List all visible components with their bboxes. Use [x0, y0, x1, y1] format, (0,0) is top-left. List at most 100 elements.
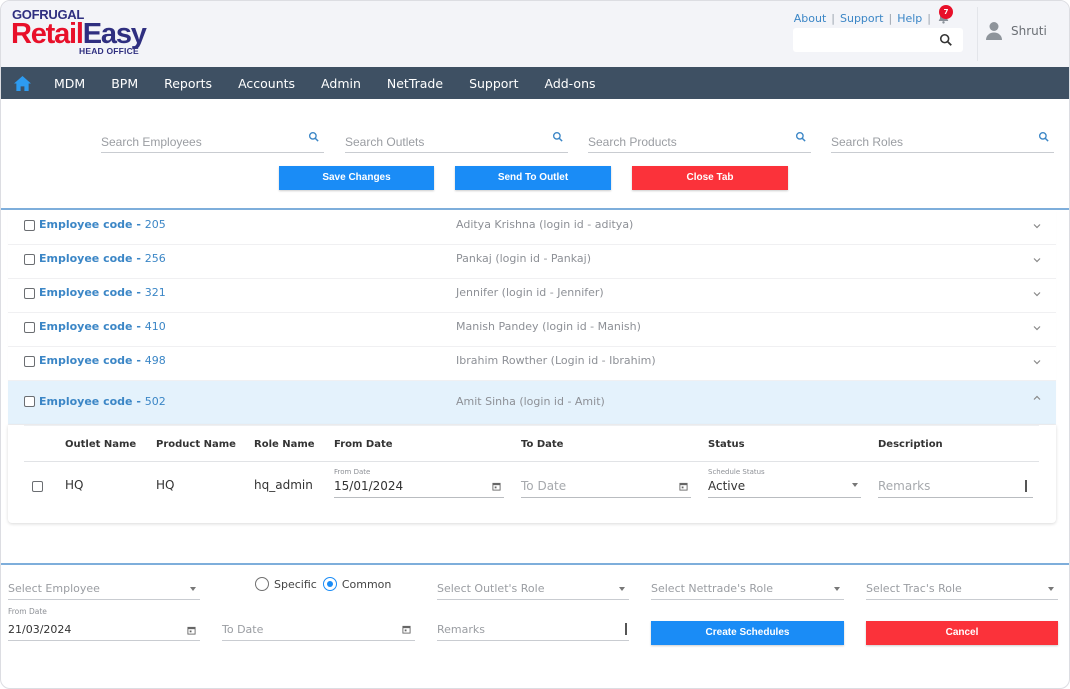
nav-item-bpm[interactable]: BPM — [98, 76, 151, 91]
employee-code: Employee code - 321 — [39, 286, 166, 299]
dropdown-caret-icon — [1048, 587, 1054, 591]
search-outlets-input[interactable] — [345, 126, 540, 152]
employee-row[interactable]: Employee code - 256 Pankaj (login id - P… — [8, 245, 1056, 279]
col-role-name: Role Name — [254, 439, 315, 450]
calendar-icon[interactable] — [492, 482, 501, 491]
search-icon[interactable] — [308, 131, 320, 143]
employee-checkbox[interactable] — [24, 220, 35, 231]
schedule-form: Select Employee Specific Common Select O… — [1, 566, 1069, 656]
select-outlet-role-dropdown[interactable]: Select Outlet's Role — [437, 570, 629, 600]
chevron-down-icon[interactable] — [1032, 289, 1042, 299]
to-date-field[interactable]: To Date — [521, 468, 691, 498]
employee-code-value: 321 — [144, 286, 166, 299]
search-employees-input[interactable] — [101, 126, 296, 152]
employee-code-value: 498 — [144, 354, 166, 367]
create-schedules-button[interactable]: Create Schedules — [651, 621, 844, 645]
app-window: GOFRUGAL RetailEasy HEAD OFFICE About | … — [0, 0, 1070, 689]
radio-common-label[interactable]: Common — [342, 578, 392, 591]
employee-row[interactable]: Employee code - 410 Manish Pandey (login… — [8, 313, 1056, 347]
employee-checkbox[interactable] — [24, 288, 35, 299]
search-icon[interactable] — [939, 33, 953, 47]
chevron-up-icon[interactable] — [1032, 393, 1042, 403]
close-tab-button[interactable]: Close Tab — [632, 166, 788, 190]
employee-code-label: Employee code - — [39, 395, 145, 408]
help-link[interactable]: Help — [897, 12, 922, 25]
calendar-icon[interactable] — [187, 626, 196, 635]
global-search-input[interactable] — [793, 28, 933, 52]
from-date-field[interactable]: From Date 15/01/2024 — [334, 468, 504, 498]
row-checkbox[interactable] — [32, 481, 43, 492]
dropdown-caret-icon — [619, 587, 625, 591]
chevron-down-icon[interactable] — [1032, 323, 1042, 333]
resize-handle[interactable] — [625, 623, 627, 635]
user-menu[interactable]: Shruti — [985, 21, 1047, 41]
support-link[interactable]: Support — [840, 12, 883, 25]
calendar-icon[interactable] — [679, 482, 688, 491]
employee-checkbox[interactable] — [24, 322, 35, 333]
search-icon[interactable] — [1038, 131, 1050, 143]
employee-row[interactable]: Employee code - 205 Aditya Krishna (logi… — [8, 211, 1056, 245]
about-link[interactable]: About — [794, 12, 827, 25]
col-outlet-name: Outlet Name — [65, 439, 137, 450]
nav-item-mdm[interactable]: MDM — [41, 76, 98, 91]
chevron-down-icon[interactable] — [1032, 221, 1042, 231]
send-to-outlet-button[interactable]: Send To Outlet — [455, 166, 611, 190]
save-changes-button[interactable]: Save Changes — [279, 166, 434, 190]
nav-item-accounts[interactable]: Accounts — [225, 76, 308, 91]
to-date-placeholder: To Date — [222, 623, 264, 636]
global-search[interactable] — [793, 28, 963, 52]
employee-detail-panel: Outlet Name Product Name Role Name From … — [8, 425, 1056, 523]
nav-item-addons[interactable]: Add-ons — [531, 76, 608, 91]
chevron-down-icon[interactable] — [1032, 255, 1042, 265]
resize-handle[interactable] — [1025, 480, 1027, 492]
col-to-date: To Date — [521, 439, 564, 450]
employee-code: Employee code - 256 — [39, 252, 166, 265]
link-separator: | — [831, 11, 835, 25]
calendar-icon[interactable] — [402, 625, 411, 634]
employee-checkbox[interactable] — [24, 254, 35, 265]
home-icon[interactable] — [13, 74, 33, 92]
search-icon[interactable] — [795, 131, 807, 143]
select-trac-role-dropdown[interactable]: Select Trac's Role — [866, 570, 1058, 600]
employee-row[interactable]: Employee code - 498 Ibrahim Rowther (Log… — [8, 347, 1056, 381]
to-date-field[interactable]: To Date — [222, 611, 415, 641]
employee-checkbox[interactable] — [24, 356, 35, 367]
nav-item-reports[interactable]: Reports — [151, 76, 225, 91]
schedule-status-select[interactable]: Schedule Status Active — [708, 468, 861, 498]
employee-code: Employee code - 205 — [39, 218, 166, 231]
link-separator: | — [888, 11, 893, 25]
select-nettrade-role-dropdown[interactable]: Select Nettrade's Role — [651, 570, 844, 600]
radio-specific[interactable] — [255, 577, 269, 591]
employee-code: Employee code - 498 — [39, 354, 166, 367]
remarks-placeholder: Remarks — [437, 623, 485, 636]
nav-item-nettrade[interactable]: NetTrade — [374, 76, 456, 91]
radio-specific-label[interactable]: Specific — [274, 578, 317, 591]
description-input[interactable]: Remarks — [878, 468, 1033, 498]
employee-row-expanded[interactable]: Employee code - 502 Amit Sinha (login id… — [8, 381, 1056, 425]
radio-common[interactable] — [322, 577, 337, 591]
notification-badge[interactable]: 7 — [939, 5, 953, 19]
search-roles-field[interactable] — [831, 126, 1054, 153]
search-outlets-field[interactable] — [345, 126, 568, 153]
search-products-field[interactable] — [588, 126, 811, 153]
search-products-input[interactable] — [588, 126, 783, 152]
employee-code: Employee code - 410 — [39, 320, 166, 333]
employee-row[interactable]: Employee code - 321 Jennifer (login id -… — [8, 279, 1056, 313]
nav-item-admin[interactable]: Admin — [308, 76, 374, 91]
from-date-field[interactable]: From Date 21/03/2024 — [8, 607, 200, 641]
search-roles-input[interactable] — [831, 126, 1026, 152]
col-status: Status — [708, 439, 745, 450]
search-employees-field[interactable] — [101, 126, 324, 153]
logo[interactable]: GOFRUGAL RetailEasy HEAD OFFICE — [11, 7, 181, 59]
chevron-down-icon[interactable] — [1032, 357, 1042, 367]
employee-code-label: Employee code - — [39, 286, 145, 299]
select-employee-dropdown[interactable]: Select Employee — [8, 570, 200, 600]
from-date-value: 21/03/2024 — [8, 623, 72, 636]
select-outlet-role-placeholder: Select Outlet's Role — [437, 582, 545, 595]
nav-item-support[interactable]: Support — [456, 76, 531, 91]
cancel-button[interactable]: Cancel — [866, 621, 1058, 645]
remarks-input[interactable]: Remarks — [437, 611, 629, 641]
employee-checkbox[interactable] — [24, 396, 35, 407]
schedule-status-value: Active — [708, 479, 746, 493]
search-icon[interactable] — [552, 131, 564, 143]
